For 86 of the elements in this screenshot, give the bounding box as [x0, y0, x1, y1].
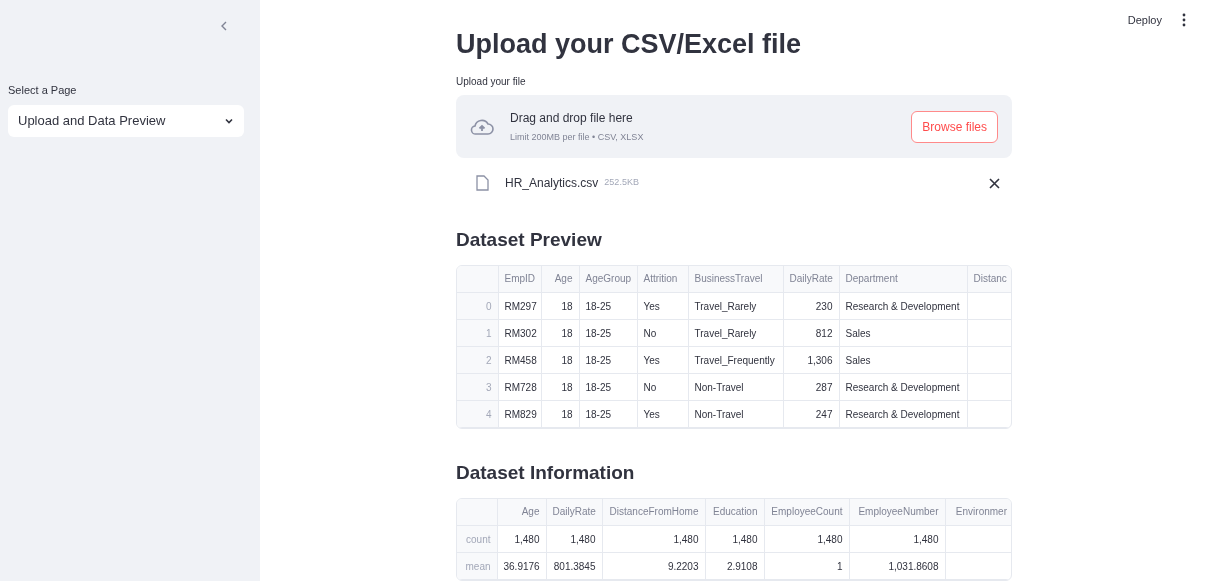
table-cell: RM728 [498, 373, 541, 401]
table-cell: Research & Development [839, 400, 967, 428]
column-header[interactable]: Age [497, 498, 546, 526]
column-header[interactable]: EmployeeNumber [849, 498, 945, 526]
row-index: count [457, 525, 497, 553]
page-title: Upload your CSV/Excel file [456, 28, 803, 61]
table-cell: 247 [783, 400, 839, 428]
column-header[interactable]: DailyRate [546, 498, 602, 526]
table-cell: 18 [541, 319, 579, 347]
table-cell: RM458 [498, 346, 541, 374]
table-cell: 18 [541, 346, 579, 374]
page-select[interactable]: Upload and Data Preview [8, 104, 244, 137]
column-header[interactable]: DistanceFromHome [602, 498, 705, 526]
table-cell: 18-25 [579, 319, 637, 347]
table-cell: 18 [541, 400, 579, 428]
dropzone-text: Drag and drop file here [510, 109, 634, 127]
select-label: Select a Page [8, 83, 78, 98]
table-cell: Non-Travel [688, 373, 783, 401]
table-cell: 1,480 [497, 525, 546, 553]
table-cell: RM302 [498, 319, 541, 347]
table-cell: 1,480 [546, 525, 602, 553]
table-cell: 9.2203 [602, 552, 705, 580]
section-heading: Dataset Preview [456, 228, 603, 252]
table-cell: No [637, 373, 688, 401]
table-cell: 36.9176 [497, 552, 546, 580]
table-cell: 1 [764, 552, 849, 580]
column-header[interactable]: Attrition [637, 265, 688, 293]
table-cell: 812 [783, 319, 839, 347]
column-header[interactable]: EmpID [498, 265, 541, 293]
table-cell: 230 [783, 292, 839, 320]
table-cell: Non-Travel [688, 400, 783, 428]
table-cell: Sales [839, 346, 967, 374]
table-cell: 18 [541, 373, 579, 401]
column-header[interactable]: Education [705, 498, 764, 526]
row-index: mean [457, 552, 497, 580]
table-cell: 18-25 [579, 346, 637, 374]
deploy-button[interactable]: Deploy [1127, 12, 1162, 29]
table-cell: 2.9108 [705, 552, 764, 580]
more-options-icon[interactable] [1182, 13, 1186, 28]
column-header[interactable]: Age [541, 265, 579, 293]
column-header[interactable]: Environmer [945, 498, 1011, 526]
column-header[interactable]: Distanc [967, 265, 1011, 293]
table-cell: Yes [637, 292, 688, 320]
table-cell: 1,031.8608 [849, 552, 945, 580]
table-cell: 18-25 [579, 373, 637, 401]
table-cell: Yes [637, 346, 688, 374]
column-header[interactable]: BusinessTravel [688, 265, 783, 293]
file-size: 252.5KB [604, 176, 640, 190]
table-cell: Sales [839, 319, 967, 347]
table-cell: RM297 [498, 292, 541, 320]
table-cell: 18-25 [579, 292, 637, 320]
table-cell: 287 [783, 373, 839, 401]
row-index: 1 [457, 319, 498, 347]
row-index: 4 [457, 400, 498, 428]
column-header[interactable]: EmployeeCount [764, 498, 849, 526]
row-index: 0 [457, 292, 498, 320]
table-cell: RM829 [498, 400, 541, 428]
browse-files-button[interactable]: Browse files [911, 110, 998, 143]
table-cell: Research & Development [839, 292, 967, 320]
row-index: 2 [457, 346, 498, 374]
row-index: 3 [457, 373, 498, 401]
file-limit-text: Limit 200MB per file • CSV, XLSX [510, 130, 645, 144]
table-cell: No [637, 319, 688, 347]
table-cell: 1,306 [783, 346, 839, 374]
column-header[interactable]: DailyRate [783, 265, 839, 293]
file-dropzone[interactable]: Drag and drop file here Limit 200MB per file • CSV, XLSX Browse files [456, 95, 1012, 158]
table-cell: Travel_Rarely [688, 292, 783, 320]
table-cell: 1,480 [849, 525, 945, 553]
table-cell: Research & Development [839, 373, 967, 401]
table-cell: 801.3845 [546, 552, 602, 580]
table-cell: 1,480 [705, 525, 764, 553]
table-cell: 18-25 [579, 400, 637, 428]
file-name: HR_Analytics.csv [505, 175, 599, 192]
table-cell: Travel_Rarely [688, 319, 783, 347]
upload-label: Upload your file [456, 75, 527, 89]
column-header[interactable]: AgeGroup [579, 265, 637, 293]
table-cell: 1,480 [602, 525, 705, 553]
table-cell: Yes [637, 400, 688, 428]
file-icon [476, 175, 489, 191]
column-header[interactable]: Department [839, 265, 967, 293]
table-cell: 18 [541, 292, 579, 320]
section-heading: Dataset Information [456, 461, 636, 485]
table-cell: 1,480 [764, 525, 849, 553]
table-cell: Travel_Frequently [688, 346, 783, 374]
close-icon[interactable] [989, 177, 1000, 189]
cloud-upload-icon [470, 117, 494, 136]
